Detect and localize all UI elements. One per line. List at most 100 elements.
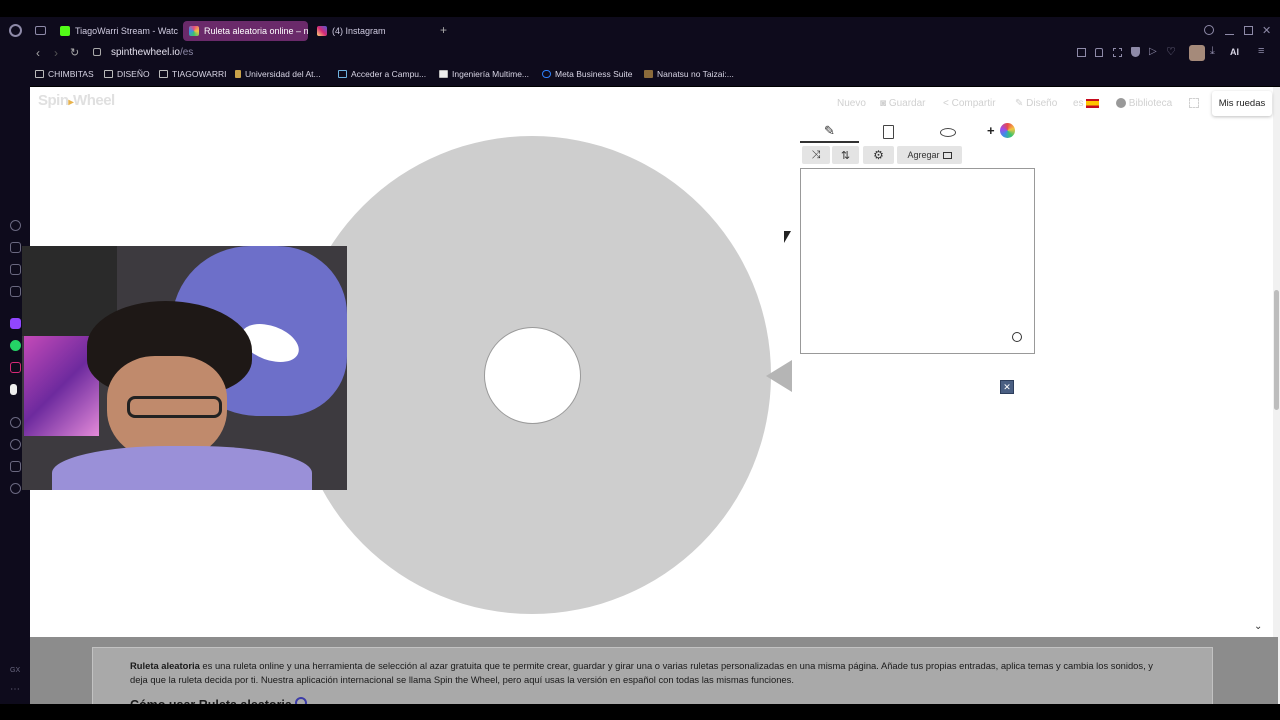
pencil-icon: ✎ — [824, 123, 835, 138]
tab-ruleta[interactable]: Ruleta aleatoria online – n — [183, 21, 308, 41]
emoji-icon[interactable] — [1012, 332, 1022, 342]
scrollbar-thumb[interactable] — [1274, 290, 1279, 410]
sort-button[interactable]: ⇅ — [832, 146, 859, 164]
maximize-icon[interactable] — [1244, 26, 1253, 35]
wheel-center-button[interactable] — [484, 327, 581, 424]
back-icon[interactable]: ‹ — [36, 46, 40, 60]
profile-avatar[interactable] — [1189, 45, 1205, 61]
bookmark-link[interactable]: Ingeniería Multime... — [439, 69, 529, 79]
url-field[interactable]: spinthewheel.io/es — [111, 47, 193, 58]
player-icon[interactable]: ▷ — [1149, 46, 1157, 57]
tab-hidden[interactable] — [918, 121, 977, 143]
close-ad-button[interactable]: ✕ — [1000, 380, 1014, 394]
bottom-black-bar — [0, 704, 1280, 720]
player-sidebar-icon[interactable] — [10, 417, 21, 428]
nav-guardar-label: Guardar — [888, 98, 926, 109]
agregar-label: Agregar — [907, 150, 940, 160]
bookmark-link[interactable]: Universidad del At... — [235, 69, 321, 79]
add-wheel-button[interactable]: + — [987, 123, 1015, 138]
mis-ruedas-button[interactable]: Mis ruedas — [1212, 91, 1272, 116]
webcam-glasses — [127, 396, 222, 418]
bookmark-folder[interactable]: TIAGOWARRI — [159, 69, 226, 79]
forward-icon[interactable]: › — [54, 46, 58, 60]
adblock-shield-icon[interactable] — [1131, 47, 1140, 57]
close-window-icon[interactable]: ✕ — [1262, 24, 1271, 37]
extensions-icon[interactable] — [10, 461, 21, 472]
bookmark-label: TIAGOWARRI — [172, 69, 227, 79]
page-icon — [439, 70, 448, 78]
instagram-sidebar-icon[interactable] — [10, 362, 21, 373]
nav-diseno[interactable]: ✎ Diseño — [1015, 98, 1057, 109]
scroll-down-icon[interactable]: ⌄ — [1254, 621, 1262, 632]
settings-icon[interactable] — [10, 483, 21, 494]
twitch-icon[interactable] — [10, 318, 21, 329]
description-text: es una ruleta online y una herramienta d… — [130, 660, 1153, 685]
workspaces-icon[interactable] — [35, 26, 46, 35]
description-paragraph: Ruleta aleatoria es una ruleta online y … — [130, 659, 1170, 686]
folder-icon — [35, 70, 44, 78]
pin-icon[interactable] — [1095, 48, 1103, 57]
mouse-cursor-icon — [784, 231, 791, 243]
nav-guardar[interactable]: ◙ Guardar — [880, 98, 926, 109]
image-icon — [942, 151, 952, 159]
speed-dial-icon[interactable] — [10, 220, 21, 231]
bookmark-label: Universidad del At... — [245, 69, 321, 79]
color-wheel-icon — [999, 123, 1015, 138]
nav-nuevo[interactable]: Nuevo — [837, 98, 866, 109]
tab-list[interactable] — [859, 121, 918, 143]
new-tab-button[interactable]: + — [440, 23, 447, 37]
fullscreen-icon[interactable] — [1189, 98, 1199, 108]
bookmark-link[interactable]: Acceder a Campu... — [338, 69, 426, 79]
history-icon[interactable] — [10, 439, 21, 450]
search-tabs-icon[interactable] — [1204, 25, 1214, 35]
whatsapp-icon[interactable] — [10, 340, 21, 351]
nav-compartir[interactable]: < Compartir — [943, 98, 996, 109]
anime-icon — [644, 70, 653, 78]
language-selector[interactable]: es — [1073, 98, 1100, 109]
settings-button[interactable]: ⚙ — [863, 146, 894, 164]
plus-label: + — [987, 123, 995, 138]
tiktok-icon[interactable] — [10, 384, 17, 395]
minimize-icon[interactable] — [1225, 34, 1234, 35]
webcam-shirt — [52, 446, 312, 490]
entries-textarea[interactable] — [800, 168, 1035, 354]
tab-instagram[interactable]: (4) Instagram — [311, 21, 437, 41]
close-icon: ✕ — [1003, 381, 1011, 392]
clipboard-icon — [883, 125, 894, 139]
more-icon[interactable]: ⋯ — [10, 684, 20, 695]
tab-tiagowarri[interactable]: TiagoWarri Stream - Watc — [54, 21, 180, 41]
instagram-icon — [317, 26, 327, 36]
heart-icon[interactable]: ♡ — [1166, 45, 1176, 58]
bookmark-folder[interactable]: CHIMBITAS — [35, 69, 94, 79]
shuffle-icon: ⤨ — [811, 148, 821, 161]
bag-icon[interactable] — [10, 242, 21, 253]
split-view-icon[interactable] — [1077, 48, 1086, 57]
globe-icon — [1116, 98, 1126, 109]
opera-menu-icon[interactable] — [9, 24, 22, 37]
agregar-button[interactable]: Agregar — [897, 146, 962, 164]
bookmark-link[interactable]: Nanatsu no Taizai:... — [644, 69, 734, 79]
easy-setup-icon[interactable]: ≡ — [1258, 45, 1264, 57]
sort-icon: ⇅ — [840, 149, 851, 162]
bookmark-link[interactable]: Meta Business Suite — [542, 69, 632, 79]
university-icon — [235, 70, 241, 78]
nav-diseno-label: Diseño — [1026, 98, 1058, 109]
reload-icon[interactable]: ↻ — [70, 46, 79, 59]
bookmark-folder[interactable]: DISEÑO — [104, 69, 150, 79]
download-icon[interactable]: ⤓ — [1210, 45, 1215, 58]
share-icon: < — [943, 98, 952, 109]
tab-edit[interactable]: ✎ — [800, 121, 859, 143]
wheel-pointer — [766, 360, 792, 392]
campus-icon — [338, 70, 347, 78]
eye-slash-icon — [939, 127, 956, 137]
site-logo[interactable]: Spin▸Wheel — [38, 92, 115, 109]
snapshot-icon[interactable] — [1113, 48, 1122, 57]
shuffle-button[interactable]: ⤨ — [802, 146, 830, 164]
gx-label: GX — [10, 667, 21, 674]
mail-icon[interactable] — [10, 286, 21, 297]
aria-ai-button[interactable]: AI — [1230, 47, 1239, 57]
messenger-icon[interactable] — [10, 264, 21, 275]
spain-flag-icon — [1086, 98, 1100, 108]
nav-biblioteca[interactable]: Biblioteca — [1116, 98, 1172, 109]
url-domain: spinthewheel.io — [111, 47, 180, 58]
